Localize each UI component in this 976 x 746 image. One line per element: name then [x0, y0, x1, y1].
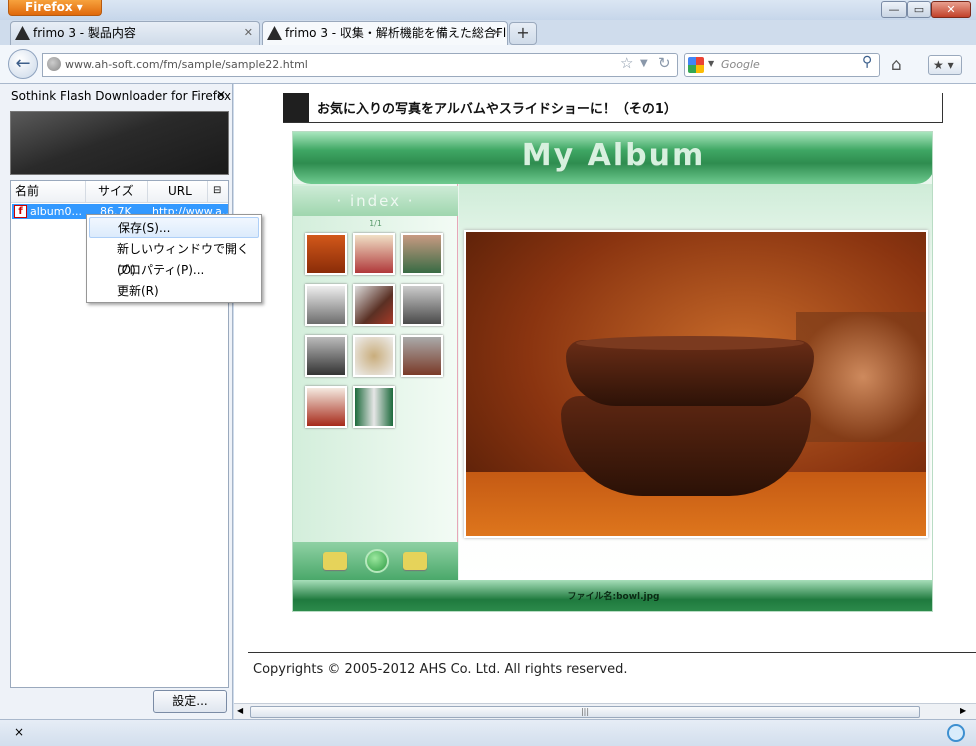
file-name-label: ファイル名:bowl.jpg: [567, 592, 660, 602]
tab-label: frimo 3 - 収集・解析機能を備えた総合Fl...: [285, 26, 508, 40]
thumbnail[interactable]: [353, 335, 395, 377]
column-header-size[interactable]: サイズ: [86, 181, 148, 203]
google-engine-icon[interactable]: [688, 57, 704, 73]
page-content: お気に入りの写真をアルバムやスライドショーに！（その1） My Album · …: [234, 84, 976, 703]
page-heading-box: お気に入りの写真をアルバムやスライドショーに！（その1）: [283, 93, 943, 123]
page-indicator: 1/1: [369, 219, 382, 228]
site-favicon-icon: [267, 26, 282, 40]
back-button[interactable]: ←: [8, 49, 38, 79]
main-photo: [464, 230, 928, 538]
column-header-url[interactable]: URL: [148, 181, 208, 203]
heading-marker: [283, 93, 309, 122]
home-icon[interactable]: ⌂: [891, 55, 902, 75]
page-title: お気に入りの写真をアルバムやスライドショーに！（その1）: [317, 102, 677, 117]
tab-label: frimo 3 - 製品内容: [33, 26, 136, 40]
globe-icon: [47, 57, 61, 71]
thumbnail[interactable]: [353, 386, 395, 428]
sidebar-close-icon[interactable]: ✕: [216, 88, 226, 102]
row-name: album0...: [30, 205, 82, 218]
scroll-left-icon[interactable]: ◀: [237, 706, 243, 715]
firefox-menu-label: Firefox: [25, 0, 73, 14]
sidebar-banner: [10, 111, 229, 175]
scroll-right-icon[interactable]: ▶: [960, 706, 966, 715]
slideshow-play-button[interactable]: [365, 549, 389, 573]
tab-product[interactable]: frimo 3 - 製品内容 ✕: [10, 21, 260, 45]
index-label: · index ·: [293, 186, 458, 216]
thumbnail[interactable]: [401, 284, 443, 326]
tab-active[interactable]: frimo 3 - 収集・解析機能を備えた総合Fl... ✕: [262, 21, 508, 46]
navigation-bar: ← www.ah-soft.com/fm/sample/sample22.htm…: [0, 45, 976, 84]
sidebar-title: Sothink Flash Downloader for Firefox: [11, 89, 232, 103]
engine-dropdown-icon[interactable]: ▼: [708, 59, 714, 68]
minimize-button[interactable]: —: [881, 1, 907, 18]
copyright-text: Copyrights © 2005-2012 AHS Co. Ltd. All …: [253, 662, 628, 677]
horizontal-scrollbar[interactable]: ◀ ||| ▶: [234, 703, 976, 719]
context-menu: 保存(S)... 新しいウィンドウで開く(O) プロパティ(P)... 更新(R…: [86, 214, 262, 303]
column-picker-icon[interactable]: ⊟: [208, 181, 228, 203]
album-main-view: [459, 184, 932, 580]
addon-status-icon[interactable]: [947, 724, 965, 742]
flash-file-icon: f: [14, 205, 27, 218]
bowl-rim: [576, 336, 804, 350]
album-controls: [293, 542, 458, 580]
maximize-button[interactable]: ▭: [907, 1, 931, 18]
tab-close-icon[interactable]: ✕: [244, 22, 253, 44]
album-title: My Album: [521, 138, 706, 173]
tab-close-icon[interactable]: ✕: [492, 22, 501, 44]
column-header-name[interactable]: 名前: [11, 181, 86, 203]
album-index-panel: · index · 1/1: [293, 184, 458, 580]
bowl-bottom: [561, 396, 811, 496]
previous-arrow-icon[interactable]: [323, 552, 347, 570]
thumbnail[interactable]: [305, 386, 347, 428]
search-icon[interactable]: ⚲: [862, 54, 872, 70]
reload-icon[interactable]: ↻: [658, 54, 671, 72]
next-arrow-icon[interactable]: [403, 552, 427, 570]
thumbnail[interactable]: [401, 233, 443, 275]
sidebar-flash-downloader: Sothink Flash Downloader for Firefox ✕ 名…: [0, 84, 233, 719]
settings-button[interactable]: 設定...: [153, 690, 227, 713]
history-dropdown-icon[interactable]: ▼: [640, 58, 648, 69]
thumbnail[interactable]: [353, 233, 395, 275]
scrollbar-thumb[interactable]: |||: [250, 706, 920, 718]
album-header: My Album: [293, 132, 932, 184]
close-window-button[interactable]: ✕: [931, 1, 971, 18]
thumbnail[interactable]: [305, 284, 347, 326]
thumbnail[interactable]: [353, 284, 395, 326]
background-blur: [796, 312, 926, 442]
new-tab-button[interactable]: +: [509, 22, 537, 45]
addon-bar-close-icon[interactable]: ×: [14, 725, 24, 739]
title-bar: [0, 0, 976, 20]
thumbnail[interactable]: [305, 335, 347, 377]
thumbnail[interactable]: [401, 335, 443, 377]
menu-item-properties[interactable]: プロパティ(P)...: [89, 260, 259, 281]
divider: [248, 652, 976, 653]
firefox-menu-button[interactable]: Firefox ▾: [8, 0, 102, 16]
album-footer: ファイル名:bowl.jpg: [293, 580, 932, 611]
flash-album-player[interactable]: My Album · index · 1/1 ファイル名:bowl.jpg: [292, 131, 933, 612]
url-bar[interactable]: www.ah-soft.com/fm/sample/sample22.html: [42, 53, 678, 77]
site-favicon-icon: [15, 26, 30, 40]
menu-item-refresh[interactable]: 更新(R): [89, 281, 259, 302]
menu-item-open-new-window[interactable]: 新しいウィンドウで開く(O): [89, 239, 259, 277]
thumbnail[interactable]: [305, 233, 347, 275]
bookmark-star-icon[interactable]: ☆: [620, 54, 633, 72]
menu-item-save[interactable]: 保存(S)...: [89, 217, 259, 238]
bookmarks-menu-button[interactable]: ★ ▾: [928, 55, 962, 75]
status-bar: ×: [0, 719, 976, 746]
